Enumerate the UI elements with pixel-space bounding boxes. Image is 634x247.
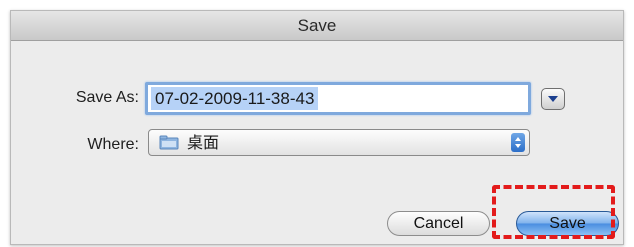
expand-button[interactable] xyxy=(541,88,565,110)
cancel-button[interactable]: Cancel xyxy=(387,211,490,236)
save-button-highlight xyxy=(492,185,615,239)
where-popup[interactable]: 桌面 xyxy=(148,129,530,156)
filename-text[interactable]: 07-02-2009-11-38-43 xyxy=(151,87,319,110)
filename-field[interactable]: 07-02-2009-11-38-43 xyxy=(145,82,531,115)
save-as-label: Save As: xyxy=(75,89,139,106)
folder-icon xyxy=(159,135,179,150)
stepper-icon xyxy=(511,133,525,152)
where-value: 桌面 xyxy=(187,133,220,152)
dialog-title: Save xyxy=(11,11,623,41)
chevron-down-icon xyxy=(548,96,558,102)
where-label: Where: xyxy=(87,136,139,153)
